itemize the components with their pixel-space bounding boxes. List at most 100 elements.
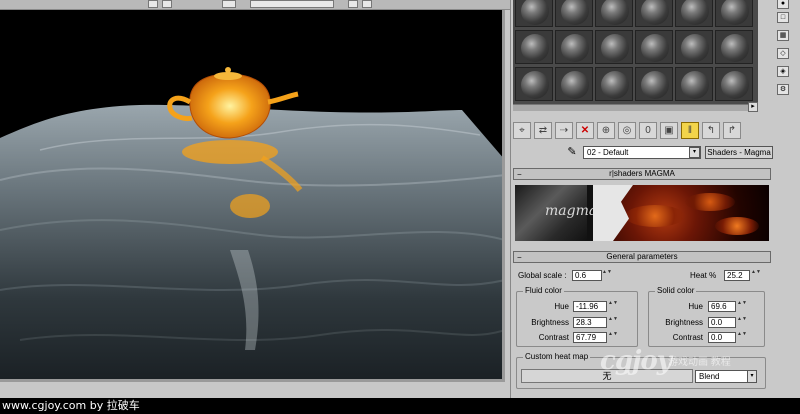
show-map-in-viewport-icon[interactable]: ▣ xyxy=(660,121,678,139)
spinner-arrows-icon[interactable]: ▲▼ xyxy=(608,301,618,312)
toolbar-dropdown[interactable] xyxy=(250,0,334,8)
rollout-title: r|shaders MAGMA xyxy=(609,169,675,178)
solid-hue-spinner[interactable]: 69.6 xyxy=(708,301,736,312)
magma-banner: magma xyxy=(515,185,769,241)
solid-contrast-spinner[interactable]: 0.0 xyxy=(708,332,736,343)
heat-spinner[interactable]: 25.2 xyxy=(724,270,750,281)
go-to-parent-icon[interactable]: ↰ xyxy=(702,121,720,139)
toolbar-button[interactable] xyxy=(362,0,372,8)
toolbar-button[interactable] xyxy=(348,0,358,8)
spinner-arrows-icon[interactable]: ▲▼ xyxy=(608,317,618,328)
magma-logo: magma xyxy=(545,203,598,219)
sample-sphere xyxy=(641,71,669,99)
group-title: Solid color xyxy=(655,286,697,296)
solid-contrast-label: Contrast xyxy=(672,333,703,342)
credit-bar: www.cgjoy.com by 拉破车 xyxy=(0,398,800,414)
solid-brightness-label: Brightness xyxy=(665,318,703,327)
watermark-subtitle: 游戏动画 教程 xyxy=(668,357,731,368)
sample-slot[interactable] xyxy=(715,30,753,64)
lava-blob xyxy=(625,205,685,227)
sample-slot[interactable] xyxy=(555,67,593,101)
sample-sphere xyxy=(681,34,709,62)
background-icon[interactable]: ▦ xyxy=(777,30,789,41)
sample-slot[interactable] xyxy=(555,30,593,64)
sample-type-icon[interactable]: ● xyxy=(777,0,789,9)
sample-sphere xyxy=(721,71,749,99)
toolbar-button[interactable] xyxy=(162,0,172,8)
slots-scrollbar[interactable]: ▸ xyxy=(513,102,758,112)
sample-slot[interactable] xyxy=(675,30,713,64)
solid-hue-label: Hue xyxy=(688,302,703,311)
backlight-icon[interactable]: □ xyxy=(777,12,789,23)
sample-slot[interactable] xyxy=(715,0,753,27)
global-scale-spinner[interactable]: 0.6 xyxy=(572,270,602,281)
chevron-down-icon[interactable]: ▾ xyxy=(747,371,756,382)
spinner-arrows-icon[interactable]: ▲▼ xyxy=(602,270,612,281)
sample-sphere xyxy=(721,34,749,62)
heat-label: Heat % xyxy=(690,271,717,280)
spinner-arrows-icon[interactable]: ▲▼ xyxy=(737,332,747,343)
sample-slot[interactable] xyxy=(515,67,553,101)
put-to-library-icon[interactable]: ◎ xyxy=(618,121,636,139)
spinner-arrows-icon[interactable]: ▲▼ xyxy=(737,301,747,312)
sample-sphere xyxy=(521,71,549,99)
sample-slot[interactable] xyxy=(555,0,593,27)
options-icon[interactable]: ⚙ xyxy=(777,84,789,95)
fluid-hue-spinner[interactable]: -11.96 xyxy=(573,301,607,312)
assign-to-selection-icon[interactable]: ⇢ xyxy=(555,121,573,139)
shader-rollout-header[interactable]: − r|shaders MAGMA xyxy=(513,168,771,180)
group-title: Custom heat map xyxy=(523,352,591,362)
go-forward-sibling-icon[interactable]: ↱ xyxy=(723,121,741,139)
fluid-contrast-spinner[interactable]: 67.79 xyxy=(573,332,607,343)
lava-blob xyxy=(715,217,759,235)
lava-blob xyxy=(685,193,735,211)
sample-slot[interactable] xyxy=(675,67,713,101)
get-material-icon[interactable]: ⌖ xyxy=(513,121,531,139)
side-toolbar: ● □ ▦ ◇ ◈ ⚙ xyxy=(763,0,800,104)
sample-slot[interactable] xyxy=(515,30,553,64)
sample-slot[interactable] xyxy=(595,67,633,101)
sample-sphere xyxy=(561,0,589,25)
spinner-arrows-icon[interactable]: ▲▼ xyxy=(608,332,618,343)
credit-text: www.cgjoy.com by 拉破车 xyxy=(2,399,140,412)
sample-slot[interactable] xyxy=(715,67,753,101)
put-to-scene-icon[interactable]: ⇄ xyxy=(534,121,552,139)
toolbar-button[interactable] xyxy=(222,0,236,8)
sample-slot[interactable] xyxy=(635,67,673,101)
scroll-right-icon[interactable]: ▸ xyxy=(748,102,758,112)
material-editor-panel: ● □ ▦ ◇ ◈ ⚙ ▸ ⌖ ⇄ ⇢ ✕ ⊕ ◎ 0 ▣ ‖ ↰ ↱ ✎ 02… xyxy=(510,0,800,398)
make-unique-icon[interactable]: ⊕ xyxy=(597,121,615,139)
sample-slot[interactable] xyxy=(635,0,673,27)
sample-sphere xyxy=(601,34,629,62)
sample-slot[interactable] xyxy=(635,30,673,64)
top-toolbar xyxy=(0,0,510,10)
rendered-scene xyxy=(0,67,502,379)
toolbar-button[interactable] xyxy=(148,0,158,8)
sample-slot[interactable] xyxy=(595,0,633,27)
eyedropper-icon[interactable]: ✎ xyxy=(565,145,579,159)
perspective-viewport[interactable] xyxy=(0,10,505,382)
sample-slot[interactable] xyxy=(515,0,553,27)
uv-tiling-icon[interactable]: ◇ xyxy=(777,48,789,59)
general-parameters-rollout-header[interactable]: − General parameters xyxy=(513,251,771,263)
spinner-arrows-icon[interactable]: ▲▼ xyxy=(737,317,747,328)
sample-sphere xyxy=(681,71,709,99)
material-name-field[interactable]: 02 - Default xyxy=(583,146,701,159)
sample-sphere xyxy=(641,34,669,62)
rollout-title: General parameters xyxy=(606,252,678,261)
fluid-brightness-spinner[interactable]: 28.3 xyxy=(573,317,607,328)
material-toolbar: ⌖ ⇄ ⇢ ✕ ⊕ ◎ 0 ▣ ‖ ↰ ↱ xyxy=(511,118,800,142)
sample-sphere xyxy=(641,0,669,25)
material-type-button[interactable]: Shaders - Magma xyxy=(705,146,773,159)
sample-slot[interactable] xyxy=(595,30,633,64)
show-end-result-icon[interactable]: ‖ xyxy=(681,121,699,139)
cgjoy-watermark-logo: cgjoy xyxy=(600,346,672,376)
sample-slot[interactable] xyxy=(675,0,713,27)
video-check-icon[interactable]: ◈ xyxy=(777,66,789,77)
chevron-down-icon[interactable]: ▾ xyxy=(689,147,700,158)
sample-slots xyxy=(513,0,758,104)
material-effects-channel-icon[interactable]: 0 xyxy=(639,121,657,139)
solid-brightness-spinner[interactable]: 0.0 xyxy=(708,317,736,328)
reset-map-icon[interactable]: ✕ xyxy=(576,121,594,139)
spinner-arrows-icon[interactable]: ▲▼ xyxy=(751,270,761,281)
